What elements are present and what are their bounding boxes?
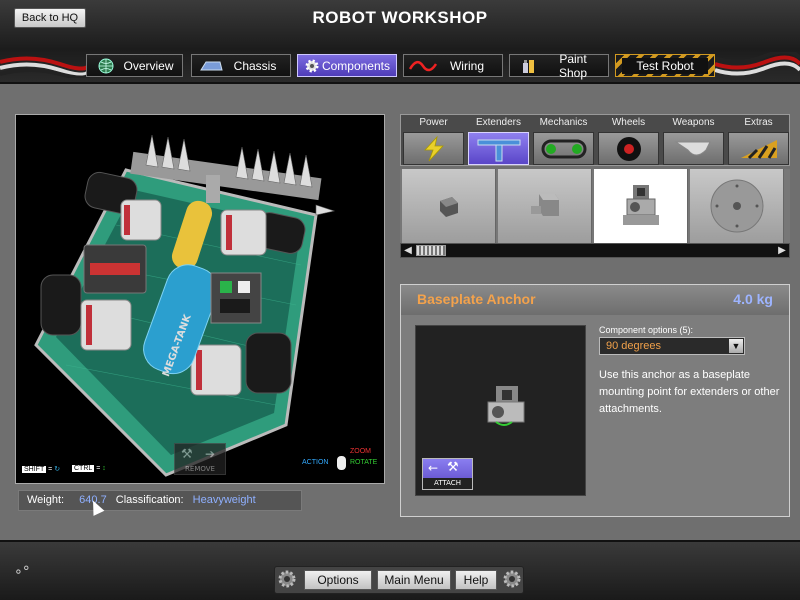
shift-rotate-hint: SHIFT = ↻ — [22, 466, 61, 473]
blade-icon — [663, 132, 724, 165]
options-button[interactable]: Options — [304, 570, 372, 590]
part-list-scrollbar[interactable]: ◀ ▶ — [400, 243, 790, 258]
help-button[interactable]: Help — [455, 570, 497, 590]
lightning-icon — [403, 132, 464, 165]
mouse-icon — [337, 456, 346, 470]
extender-icon — [468, 132, 529, 165]
category-label: Extras — [744, 117, 773, 128]
category-label: Extenders — [475, 117, 522, 128]
component-name: Baseplate Anchor — [417, 291, 536, 307]
disc-plate-icon — [710, 179, 763, 233]
scroll-right-icon[interactable]: ▶ — [775, 244, 789, 257]
category-extras[interactable]: Extras — [726, 115, 791, 167]
chevron-down-icon[interactable]: ▼ — [729, 339, 743, 353]
component-category-bar: Power Extenders Mechanics Wheels Weapons… — [400, 114, 790, 166]
gear-icon — [503, 570, 521, 588]
wedge-icon — [728, 132, 789, 165]
mouse-controls-legend: ZOOM ACTION ROTATE — [302, 448, 382, 478]
category-label: Mechanics — [539, 117, 588, 128]
small-bracket-icon — [439, 197, 458, 217]
tab-label: Paint Shop — [558, 51, 588, 80]
part-baseplate-anchor[interactable] — [594, 169, 688, 243]
back-to-hq-button[interactable]: Back to HQ — [14, 8, 86, 28]
wheel-icon — [598, 132, 659, 165]
category-label: Weapons — [672, 117, 715, 128]
tab-chassis[interactable]: Chassis — [191, 54, 291, 77]
category-label: Power — [419, 117, 448, 128]
tab-label: Overview — [123, 58, 174, 73]
detail-header: Baseplate Anchor 4.0 kg — [401, 285, 789, 315]
robot-status-bar: Weight: 640.7 Classification: Heavyweigh… — [18, 490, 302, 511]
chassis-icon — [196, 56, 226, 75]
category-label: Wheels — [611, 117, 646, 128]
chain-drive-icon — [533, 132, 594, 165]
component-options-label: Component options (5): — [599, 325, 694, 335]
tab-paint-shop[interactable]: Paint Shop — [509, 51, 609, 80]
component-description: Use this anchor as a baseplate mounting … — [599, 369, 780, 415]
box-bracket-icon — [530, 194, 559, 216]
wrench-icon: ⚒ — [447, 460, 459, 475]
component-part-list — [400, 169, 790, 243]
tab-wiring[interactable]: Wiring — [403, 54, 503, 77]
header-bar: Back to HQ ROBOT WORKSHOP Overview Chass… — [0, 0, 800, 84]
category-weapons[interactable]: Weapons — [661, 115, 726, 167]
remove-icon: ⚒ — [181, 447, 193, 462]
tab-label: Test Robot — [622, 57, 708, 74]
tab-test-robot[interactable]: Test Robot — [615, 54, 715, 77]
tab-label: Components — [321, 58, 390, 73]
scroll-thumb[interactable] — [416, 245, 446, 256]
robot-model: MEGA-TANK — [34, 134, 336, 477]
classification-label: Classification: — [115, 494, 184, 506]
category-power[interactable]: Power — [401, 115, 466, 167]
attach-label: ATTACH — [423, 478, 472, 489]
baseplate-anchor-icon — [622, 185, 659, 225]
component-weight: 4.0 kg — [733, 291, 773, 307]
category-mechanics[interactable]: Mechanics — [531, 115, 596, 167]
tab-label: Wiring — [449, 58, 484, 73]
category-extenders[interactable]: Extenders — [466, 115, 531, 167]
category-wheels[interactable]: Wheels — [596, 115, 661, 167]
zoom-label: ZOOM — [350, 448, 371, 455]
page-title: ROBOT WORKSHOP — [312, 8, 488, 27]
weight-label: Weight: — [27, 494, 65, 506]
component-detail-panel: Baseplate Anchor 4.0 kg ← ⚒ ATTACH Compo… — [400, 284, 790, 517]
tab-components[interactable]: Components — [297, 54, 397, 77]
part-disc-plate[interactable] — [690, 169, 784, 243]
ctrl-move-hint: CTRL = ↕ — [72, 465, 106, 472]
paint-icon — [514, 56, 544, 75]
component-preview: ← ⚒ ATTACH — [415, 325, 586, 496]
workshop-tabs: Overview Chassis Components Wiring Paint… — [0, 51, 800, 80]
arrow-right-icon: ➔ — [205, 447, 216, 461]
scroll-left-icon[interactable]: ◀ — [401, 244, 415, 257]
footer-bar: ∘° Options Main Menu Help — [0, 540, 800, 600]
tab-overview[interactable]: Overview — [86, 54, 183, 77]
globe-icon — [91, 56, 121, 75]
gear-icon — [278, 570, 296, 588]
attach-button[interactable]: ← ⚒ ATTACH — [422, 458, 473, 490]
part-small-bracket[interactable] — [402, 169, 496, 243]
selected-option: 90 degrees — [606, 340, 662, 352]
action-label: ACTION — [302, 459, 329, 466]
component-options-select[interactable]: 90 degrees ▼ — [599, 337, 745, 355]
arrow-left-icon: ← — [428, 461, 439, 475]
classification-value: Heavyweight — [192, 494, 256, 506]
rotate-label: ROTATE — [350, 459, 378, 466]
gear-icon — [302, 56, 322, 75]
wire-icon — [408, 56, 438, 75]
remove-label: REMOVE — [185, 465, 215, 473]
spinner-icon: ∘° — [14, 564, 30, 580]
tab-label: Chassis — [233, 58, 277, 73]
main-menu-button[interactable]: Main Menu — [377, 570, 451, 590]
robot-3d-viewport[interactable]: MEGA-TANK SHIFT = ↻ CTRL = ↕ ⚒ ➔ REMOVE … — [15, 114, 385, 484]
part-box-bracket[interactable] — [498, 169, 592, 243]
remove-button[interactable]: ⚒ ➔ REMOVE — [174, 443, 226, 475]
